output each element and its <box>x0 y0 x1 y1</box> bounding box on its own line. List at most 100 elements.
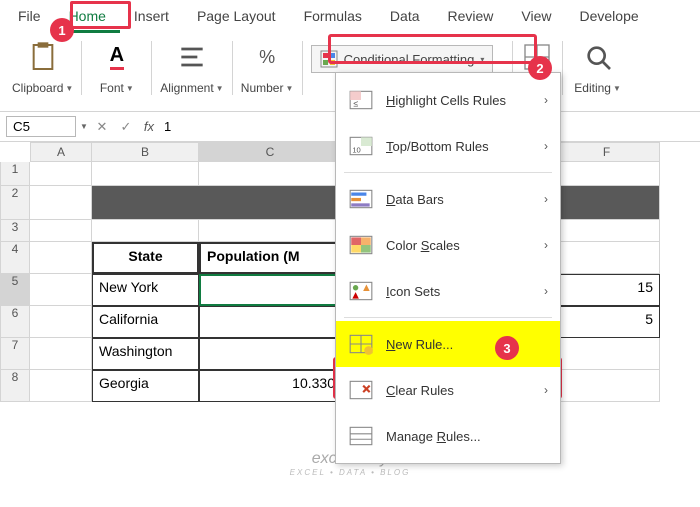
tab-formulas[interactable]: Formulas <box>290 2 376 33</box>
cell[interactable] <box>554 338 660 370</box>
dd-managerules[interactable]: Manage Rules... <box>336 413 560 459</box>
cell[interactable] <box>30 274 92 306</box>
cell[interactable] <box>554 242 660 274</box>
cf-label: Conditional Formatting <box>344 52 475 67</box>
cell[interactable] <box>30 186 92 220</box>
clipboard-label: Clipboard <box>12 81 63 95</box>
chevron-down-icon: ▼ <box>126 84 134 93</box>
svg-text:≤: ≤ <box>353 99 358 109</box>
cell[interactable] <box>199 220 342 242</box>
tab-view[interactable]: View <box>507 2 565 33</box>
dd-colorscales[interactable]: Color Scales › <box>336 222 560 268</box>
svg-text:10: 10 <box>352 146 360 155</box>
editing-icon <box>582 41 614 73</box>
row-header-8[interactable]: 8 <box>0 370 30 402</box>
chevron-right-icon: › <box>544 284 548 298</box>
row-header-5[interactable]: 5 <box>0 274 30 306</box>
cell[interactable] <box>92 162 199 186</box>
alignment-label: Alignment <box>160 81 213 95</box>
tab-review[interactable]: Review <box>434 2 508 33</box>
row-header-7[interactable]: 7 <box>0 338 30 370</box>
number-label: Number <box>241 81 284 95</box>
row-header-6[interactable]: 6 <box>0 306 30 338</box>
dd-databars[interactable]: Data Bars › <box>336 176 560 222</box>
row-header-4[interactable]: 4 <box>0 242 30 274</box>
col-header-c[interactable]: C <box>199 142 342 162</box>
dd-topbottom[interactable]: 10 Top/Bottom Rules › <box>336 123 560 169</box>
dd-highlight-label: Highlight Cells Rules <box>386 93 532 108</box>
newrule-icon <box>348 331 374 357</box>
tab-developer[interactable]: Develope <box>566 2 653 33</box>
font-icon: A <box>101 41 133 73</box>
cell-b6[interactable]: California <box>92 306 199 338</box>
chevron-down-icon[interactable]: ▼ <box>80 122 88 131</box>
col-header-b[interactable]: B <box>92 142 199 162</box>
cell[interactable] <box>554 162 660 186</box>
row-header-3[interactable]: 3 <box>0 220 30 242</box>
name-box[interactable] <box>6 116 76 137</box>
chevron-right-icon: › <box>544 383 548 397</box>
cell[interactable] <box>30 338 92 370</box>
dd-highlight-cells[interactable]: ≤ Highlight Cells Rules › <box>336 77 560 123</box>
cell[interactable] <box>30 242 92 274</box>
tab-pagelayout[interactable]: Page Layout <box>183 2 290 33</box>
ribbon-editing[interactable]: Editing▼ <box>563 41 633 95</box>
separator <box>344 317 552 318</box>
tab-file[interactable]: File <box>4 2 55 33</box>
clearrules-icon <box>348 377 374 403</box>
dd-databars-label: Data Bars <box>386 192 532 207</box>
cf-icon <box>320 50 338 68</box>
tab-data[interactable]: Data <box>376 2 434 33</box>
cell-c6[interactable] <box>199 306 342 338</box>
fx-icon[interactable]: fx <box>144 119 154 134</box>
col-header-f[interactable]: F <box>554 142 660 162</box>
cell-c7[interactable] <box>199 338 342 370</box>
dd-iconsets[interactable]: Icon Sets › <box>336 268 560 314</box>
separator <box>344 172 552 173</box>
cell-b7[interactable]: Washington <box>92 338 199 370</box>
databars-icon <box>348 186 374 212</box>
cell-f6[interactable]: 5 <box>554 306 660 338</box>
cell[interactable] <box>554 220 660 242</box>
dd-iconsets-label: Icon Sets <box>386 284 532 299</box>
badge-2: 2 <box>528 56 552 80</box>
cf-dropdown: ≤ Highlight Cells Rules › 10 Top/Bottom … <box>335 72 561 464</box>
iconsets-icon <box>348 278 374 304</box>
header-pop[interactable]: Population (M <box>199 242 342 274</box>
cell[interactable] <box>199 162 342 186</box>
cell-b5[interactable]: New York <box>92 274 199 306</box>
row-header-2[interactable]: 2 <box>0 186 30 220</box>
dd-colorscales-label: Color Scales <box>386 238 532 253</box>
tab-insert[interactable]: Insert <box>120 2 183 33</box>
header-state[interactable]: State <box>92 242 199 274</box>
cell-c8[interactable]: 10.330 <box>199 370 342 402</box>
badge-1: 1 <box>50 18 74 42</box>
conditional-formatting-button[interactable]: Conditional Formatting ▾ <box>311 45 494 73</box>
dd-newrule[interactable]: New Rule... <box>336 321 560 367</box>
cell[interactable] <box>30 162 92 186</box>
cell[interactable] <box>92 220 199 242</box>
ribbon-font[interactable]: A Font▼ <box>82 41 152 95</box>
ribbon-clipboard[interactable]: Clipboard▼ <box>4 41 82 95</box>
highlight-cells-icon: ≤ <box>348 87 374 113</box>
cell[interactable] <box>554 370 660 402</box>
dd-clearrules[interactable]: Clear Rules › <box>336 367 560 413</box>
cell-c5[interactable] <box>199 274 342 306</box>
ribbon-alignment[interactable]: Alignment▼ <box>152 41 232 95</box>
font-label: Font <box>100 81 124 95</box>
cancel-formula-icon[interactable]: ✕ <box>92 119 112 135</box>
chevron-down-icon: ▼ <box>216 84 224 93</box>
cell[interactable] <box>30 306 92 338</box>
enter-formula-icon[interactable]: ✓ <box>116 119 136 135</box>
row-header-1[interactable]: 1 <box>0 162 30 186</box>
cell[interactable] <box>30 220 92 242</box>
col-header-a[interactable]: A <box>30 142 92 162</box>
chevron-down-icon: ▾ <box>480 55 484 64</box>
number-icon: % <box>251 41 283 73</box>
dd-managerules-label: Manage Rules... <box>386 429 548 444</box>
chevron-down-icon: ▼ <box>65 84 73 93</box>
cell-f5[interactable]: 15 <box>554 274 660 306</box>
ribbon-number[interactable]: % Number▼ <box>233 41 303 95</box>
cell-b8[interactable]: Georgia <box>92 370 199 402</box>
cell[interactable] <box>30 370 92 402</box>
